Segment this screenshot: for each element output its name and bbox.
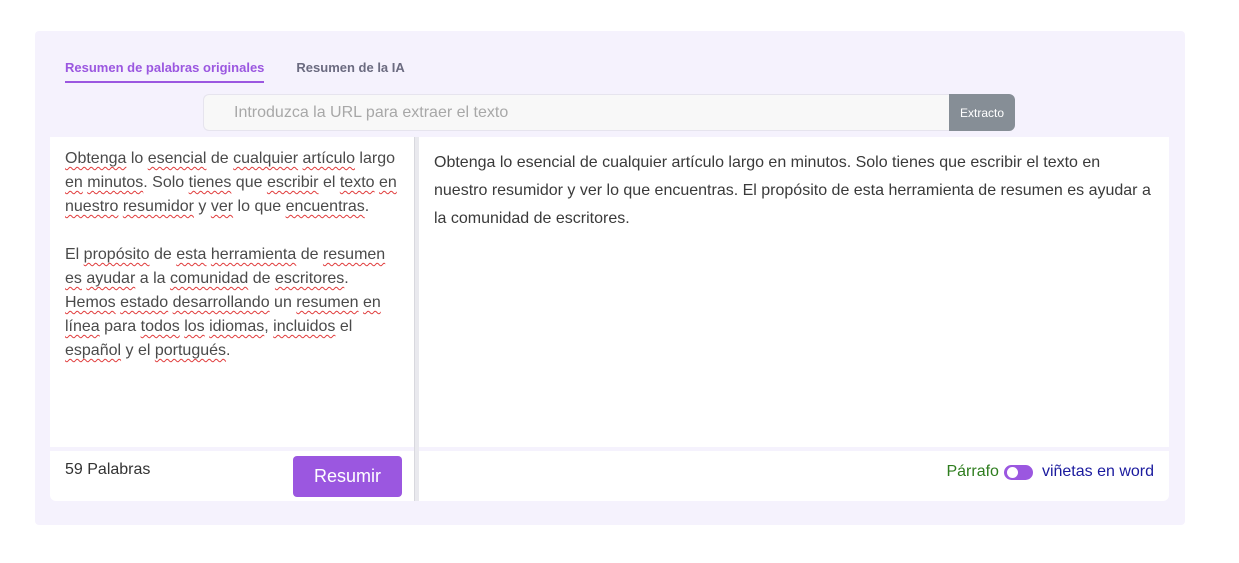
misspelled-word: propósito <box>83 246 150 263</box>
misspelled-word: es <box>65 270 82 287</box>
text-segment: . Solo <box>143 174 189 191</box>
misspelled-word: ayudar <box>86 270 136 287</box>
text-segment: de <box>149 246 177 263</box>
misspelled-word: artículo <box>302 150 355 167</box>
url-input[interactable] <box>203 94 949 131</box>
misspelled-word: Hemos <box>65 294 116 311</box>
url-extract-bar: Extracto <box>203 94 1015 131</box>
input-text-area[interactable]: Obtenga lo esencial de cualquier artícul… <box>50 137 414 447</box>
misspelled-word: encuentras <box>285 198 365 215</box>
input-paragraph-1: Obtenga lo esencial de cualquier artícul… <box>65 147 399 219</box>
misspelled-word: idiomas <box>209 318 265 335</box>
editor-area: Obtenga lo esencial de cualquier artícul… <box>50 137 1169 501</box>
misspelled-word: texto <box>339 174 375 191</box>
text-segment: , <box>264 318 274 335</box>
extract-button[interactable]: Extracto <box>949 94 1015 131</box>
text-segment: y <box>193 198 211 215</box>
misspelled-word: desarrollando <box>172 294 270 311</box>
text-segment: el <box>318 174 340 191</box>
misspelled-word: escritores <box>274 270 345 287</box>
misspelled-word: incluidos <box>273 318 336 335</box>
misspelled-word: cualquier <box>233 150 299 167</box>
misspelled-word: en <box>378 174 397 191</box>
misspelled-word: nuestro <box>65 198 119 215</box>
misspelled-word: estado <box>120 294 169 311</box>
footer-divider-right <box>419 447 1169 451</box>
summarize-button[interactable]: Resumir <box>293 456 402 497</box>
misspelled-word: comunidad <box>169 270 249 287</box>
text-segment: de <box>248 270 275 287</box>
text-segment: de <box>206 150 234 167</box>
misspelled-word: Obtenga <box>65 150 127 167</box>
input-paragraph-2: El propósito de esta herramienta de resu… <box>65 243 399 363</box>
text-segment: lo que <box>233 198 286 215</box>
misspelled-word: resumidor <box>122 198 194 215</box>
misspelled-word: resumen <box>322 246 386 263</box>
text-segment: . <box>364 198 370 215</box>
misspelled-word: resumen <box>296 294 359 311</box>
text-segment: y el <box>121 342 155 359</box>
misspelled-word: en <box>362 294 381 311</box>
misspelled-word: escribir <box>266 174 319 191</box>
misspelled-word: en <box>65 174 83 191</box>
text-segment: lo <box>126 150 148 167</box>
text-segment: que <box>231 174 267 191</box>
text-segment: El <box>65 246 84 263</box>
toggle-knob <box>1006 466 1018 478</box>
bullets-mode-label: viñetas en word <box>1041 463 1154 480</box>
summary-output: Obtenga lo esencial de cualquier artícul… <box>434 154 1151 227</box>
misspelled-word: ver <box>210 198 234 215</box>
misspelled-word: esencial <box>147 150 207 167</box>
misspelled-word: todos <box>140 318 180 335</box>
paragraph-mode-label: Párrafo <box>946 463 999 480</box>
mode-toggle[interactable] <box>1003 464 1033 480</box>
text-segment: de <box>296 246 323 263</box>
output-mode-switch: Párrafo viñetas en word <box>946 463 1154 481</box>
misspelled-word: línea <box>65 318 100 335</box>
text-segment: un <box>269 294 297 311</box>
tab-bar: Resumen de palabras originales Resumen d… <box>65 60 405 83</box>
text-segment: . <box>226 342 231 359</box>
misspelled-word: tienes <box>188 174 232 191</box>
word-count: 59 Palabras <box>65 461 151 478</box>
text-segment: a la <box>135 270 170 287</box>
text-segment: para <box>99 318 141 335</box>
text-segment: el <box>335 318 353 335</box>
misspelled-word: minutos <box>87 174 144 191</box>
summarizer-panel: Resumen de palabras originales Resumen d… <box>35 31 1185 525</box>
misspelled-word: esta <box>176 246 207 263</box>
misspelled-word: los <box>184 318 205 335</box>
misspelled-word: español <box>65 342 122 359</box>
footer-divider-left <box>50 447 414 451</box>
misspelled-word: herramienta <box>210 246 297 263</box>
tab-original-words-summary[interactable]: Resumen de palabras originales <box>65 60 265 83</box>
text-segment: . <box>344 270 349 287</box>
misspelled-word: portugués <box>154 342 227 359</box>
tab-ai-summary[interactable]: Resumen de la IA <box>296 60 404 83</box>
text-segment: largo <box>354 150 396 167</box>
